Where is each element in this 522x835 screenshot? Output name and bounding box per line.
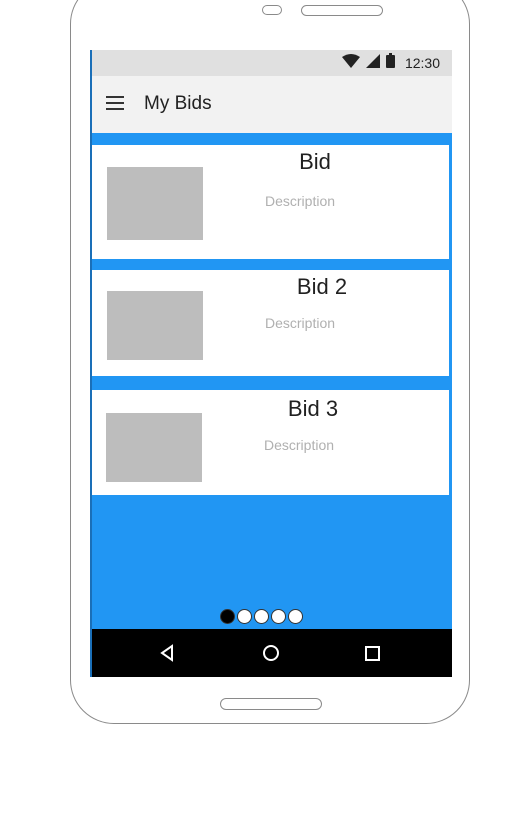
bid-thumbnail bbox=[107, 167, 203, 240]
bid-description: Description bbox=[265, 315, 336, 331]
signal-icon bbox=[365, 53, 380, 73]
navigation-bar bbox=[90, 629, 452, 677]
front-camera bbox=[262, 5, 282, 15]
recents-icon[interactable] bbox=[361, 641, 385, 665]
bid-thumbnail bbox=[106, 413, 202, 482]
battery-icon bbox=[385, 53, 395, 73]
status-bar: 12:30 bbox=[90, 50, 452, 76]
app-screen: 12:30 My Bids Bid Description Bid 2 Desc… bbox=[90, 50, 452, 677]
bid-title: Bid 3 bbox=[287, 396, 339, 421]
bid-card[interactable]: Bid 3 Description bbox=[91, 390, 449, 495]
back-icon[interactable] bbox=[156, 641, 180, 665]
bid-description: Description bbox=[265, 193, 336, 209]
page-title: My Bids bbox=[144, 93, 212, 114]
page-dot[interactable] bbox=[288, 609, 303, 624]
bid-title: Bid bbox=[299, 149, 331, 174]
bid-card[interactable]: Bid Description bbox=[91, 145, 449, 259]
bid-title: Bid 2 bbox=[296, 274, 348, 299]
page-dot[interactable] bbox=[220, 609, 235, 624]
page-dot[interactable] bbox=[237, 609, 252, 624]
bid-thumbnail bbox=[107, 291, 203, 360]
earpiece-speaker bbox=[301, 5, 383, 16]
wifi-icon bbox=[341, 53, 360, 73]
bid-description: Description bbox=[264, 437, 335, 453]
menu-icon[interactable] bbox=[106, 95, 126, 111]
app-bar: My Bids bbox=[90, 76, 452, 133]
home-icon[interactable] bbox=[259, 641, 283, 665]
page-dot[interactable] bbox=[271, 609, 286, 624]
page-dot[interactable] bbox=[254, 609, 269, 624]
hardware-home-indicator bbox=[220, 698, 322, 710]
page-indicator bbox=[220, 609, 303, 624]
bid-card[interactable]: Bid 2 Description bbox=[91, 270, 449, 376]
screen-edge bbox=[90, 50, 92, 677]
status-time: 12:30 bbox=[404, 55, 440, 71]
